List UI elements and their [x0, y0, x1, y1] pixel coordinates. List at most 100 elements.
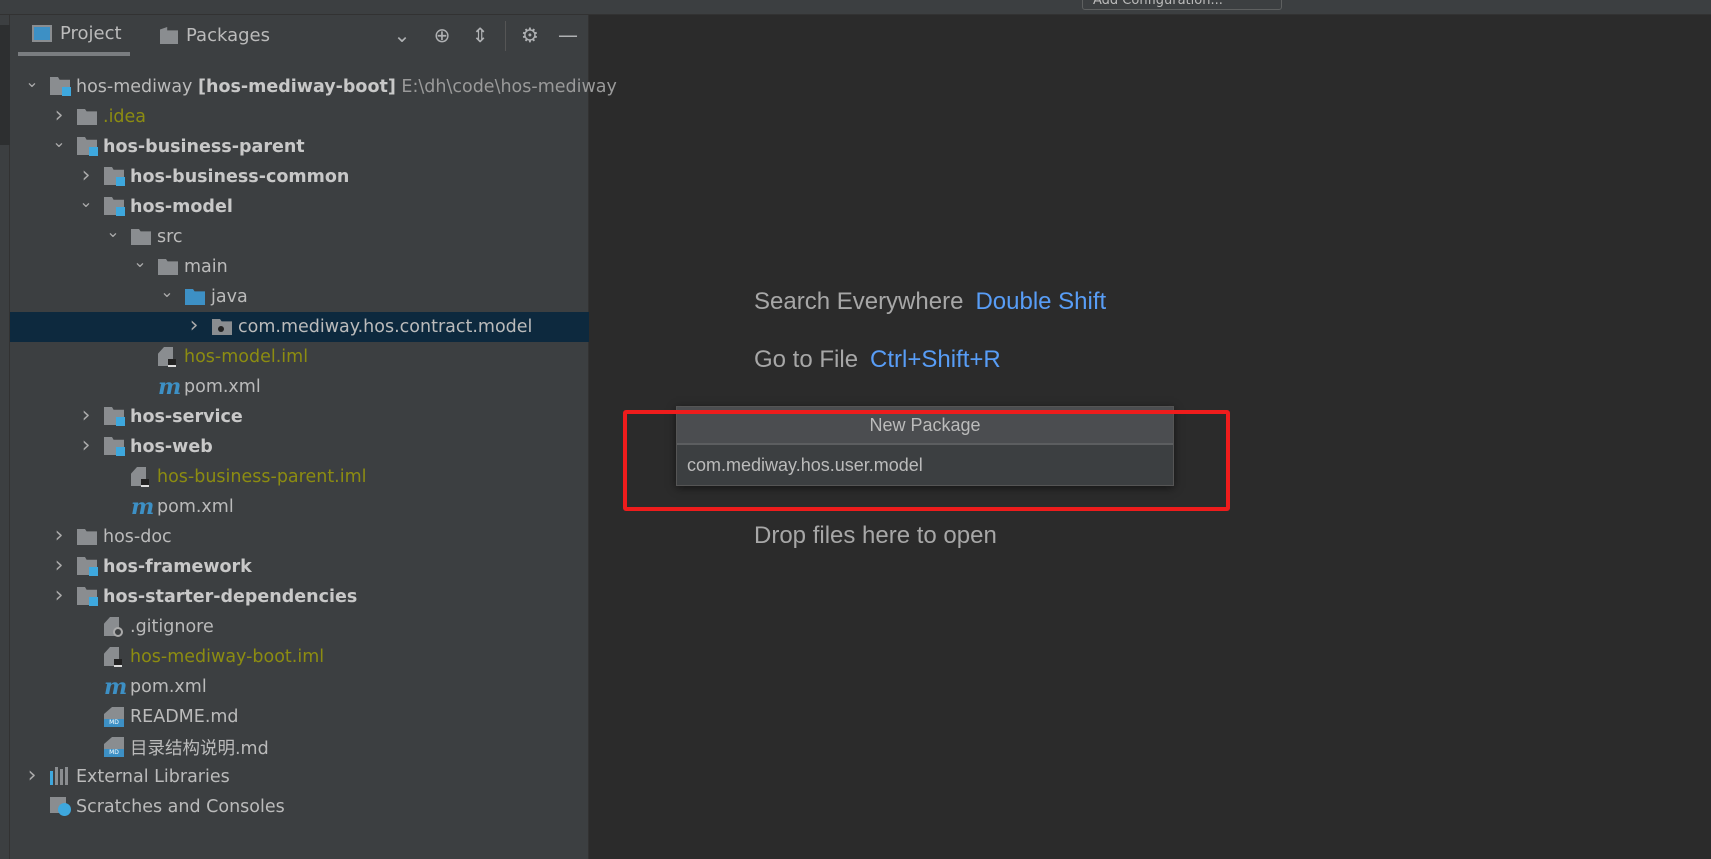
tree-node[interactable]: MD 目录结构说明.md: [10, 732, 589, 762]
tree-node-label: hos-doc: [103, 527, 172, 547]
tree-node[interactable]: ⌄ main: [10, 252, 589, 282]
tree-node-label: java: [211, 287, 248, 307]
hint-search-everywhere: Search Everywhere Double Shift: [754, 288, 1107, 315]
chevron-right-icon[interactable]: ›: [52, 585, 66, 607]
panel-tabs: Project Packages ⌄ ⊕ ⇕ ⚙ —: [10, 15, 589, 56]
chevron-right-icon[interactable]: ›: [79, 165, 93, 187]
tab-project[interactable]: Project: [18, 15, 130, 56]
new-package-dialog: New Package: [676, 406, 1174, 486]
tree-node[interactable]: m pom.xml: [10, 672, 589, 702]
tree-node[interactable]: › hos-starter-dependencies: [10, 582, 589, 612]
tree-node[interactable]: ⌄ java: [10, 282, 589, 312]
module-icon: [104, 167, 126, 187]
gear-icon[interactable]: ⚙: [518, 23, 542, 47]
tree-node[interactable]: › hos-doc: [10, 522, 589, 552]
tree-node[interactable]: m pom.xml: [10, 372, 589, 402]
chevron-down-icon[interactable]: ⌄: [160, 284, 174, 300]
chevron-down-icon[interactable]: ⌄: [133, 254, 147, 270]
tree-node-label: hos-business-parent: [103, 137, 305, 157]
tree-node-label: 目录结构说明.md: [130, 738, 269, 759]
tree-node-label: .gitignore: [130, 617, 214, 637]
module-icon: [77, 587, 99, 607]
left-tool-window-strip[interactable]: [0, 15, 10, 859]
project-icon: [32, 25, 52, 42]
iml-icon: [158, 347, 180, 367]
tree-node-label: hos-web: [130, 437, 213, 457]
tree-node-label: hos-business-common: [130, 167, 350, 187]
tree-node[interactable]: ⌄ src: [10, 222, 589, 252]
tree-node-label: pom.xml: [157, 497, 234, 517]
tree-node-label: README.md: [130, 707, 239, 727]
project-tool-button[interactable]: [0, 25, 10, 145]
chevron-right-icon[interactable]: ›: [79, 435, 93, 457]
tree-node-label: External Libraries: [76, 767, 230, 787]
chevron-down-icon[interactable]: ⌄: [25, 74, 39, 90]
tree-node[interactable]: ⌄ hos-business-parent: [10, 132, 589, 162]
markdown-icon: MD: [104, 737, 126, 757]
tree-node-label: Scratches and Consoles: [76, 797, 285, 817]
tree-node-label: hos-model.iml: [184, 347, 309, 367]
tree-node-label: pom.xml: [184, 377, 261, 397]
chevron-down-icon[interactable]: ⌄: [106, 224, 120, 240]
libraries-icon: [50, 767, 72, 787]
tree-node[interactable]: ⌄ hos-mediway [hos-mediway-boot] E:\dh\co…: [10, 72, 617, 102]
chevron-right-icon[interactable]: ›: [52, 525, 66, 547]
src-folder-icon: [185, 287, 207, 307]
chevron-down-icon[interactable]: ⌄: [390, 23, 414, 47]
scratches-icon: [50, 797, 72, 817]
tree-node-label: hos-service: [130, 407, 243, 427]
chevron-right-icon[interactable]: ›: [52, 105, 66, 127]
minimize-icon[interactable]: —: [556, 23, 580, 47]
module-icon: [77, 557, 99, 577]
tree-node[interactable]: MD README.md: [10, 702, 589, 732]
chevron-right-icon[interactable]: ›: [52, 555, 66, 577]
main-toolbar: Add Configuration...: [0, 0, 1711, 15]
package-icon: [160, 27, 178, 44]
package-name-input[interactable]: [677, 446, 1173, 485]
tree-node-label: pom.xml: [130, 677, 207, 697]
tab-packages[interactable]: Packages: [160, 15, 270, 56]
collapse-all-icon[interactable]: ⇕: [468, 23, 492, 47]
tree-node-label: hos-framework: [103, 557, 252, 577]
maven-icon: m: [158, 374, 182, 400]
tree-node-label: .idea: [103, 107, 147, 127]
maven-icon: m: [131, 494, 155, 520]
tree-node[interactable]: › hos-service: [10, 402, 589, 432]
chevron-right-icon[interactable]: ›: [187, 315, 201, 337]
locate-icon[interactable]: ⊕: [430, 23, 454, 47]
tree-node[interactable]: hos-model.iml: [10, 342, 589, 372]
tree-node[interactable]: ⌄ hos-model: [10, 192, 589, 222]
tree-node-label: hos-starter-dependencies: [103, 587, 358, 607]
tree-node-label: hos-business-parent.iml: [157, 467, 367, 487]
dialog-title: New Package: [677, 407, 1173, 445]
module-icon: [104, 197, 126, 217]
tree-node[interactable]: › hos-business-common: [10, 162, 589, 192]
chevron-down-icon[interactable]: ⌄: [79, 194, 93, 210]
tree-node[interactable]: › .idea: [10, 102, 589, 132]
tree-node[interactable]: › hos-web: [10, 432, 589, 462]
add-configuration-button[interactable]: Add Configuration...: [1082, 0, 1282, 10]
tree-node[interactable]: › com.mediway.hos.contract.model: [10, 312, 589, 342]
tree-node[interactable]: › hos-framework: [10, 552, 589, 582]
folder-icon: [77, 527, 99, 547]
chevron-down-icon[interactable]: ⌄: [52, 134, 66, 150]
tree-node[interactable]: .gitignore: [10, 612, 589, 642]
module-icon: [104, 437, 126, 457]
tree-node[interactable]: m pom.xml: [10, 492, 589, 522]
tree-node[interactable]: Scratches and Consoles: [10, 792, 589, 822]
tree-node[interactable]: › External Libraries: [10, 762, 589, 792]
hint-go-to-file: Go to File Ctrl+Shift+R: [754, 346, 1001, 373]
module-icon: [77, 137, 99, 157]
iml-icon: [104, 647, 126, 667]
tree-node-label: hos-mediway-boot.iml: [130, 647, 325, 667]
chevron-right-icon[interactable]: ›: [79, 405, 93, 427]
tree-node[interactable]: hos-business-parent.iml: [10, 462, 589, 492]
chevron-right-icon[interactable]: ›: [25, 765, 39, 787]
tree-node-label: hos-model: [130, 197, 233, 217]
project-panel: Project Packages ⌄ ⊕ ⇕ ⚙ — ⌄ hos-mediway …: [10, 15, 617, 859]
tree-node-label: main: [184, 257, 228, 277]
folder-icon: [158, 257, 180, 277]
tree-node[interactable]: hos-mediway-boot.iml: [10, 642, 589, 672]
tree-node-label: com.mediway.hos.contract.model: [238, 317, 533, 337]
folder-icon: [77, 107, 99, 127]
